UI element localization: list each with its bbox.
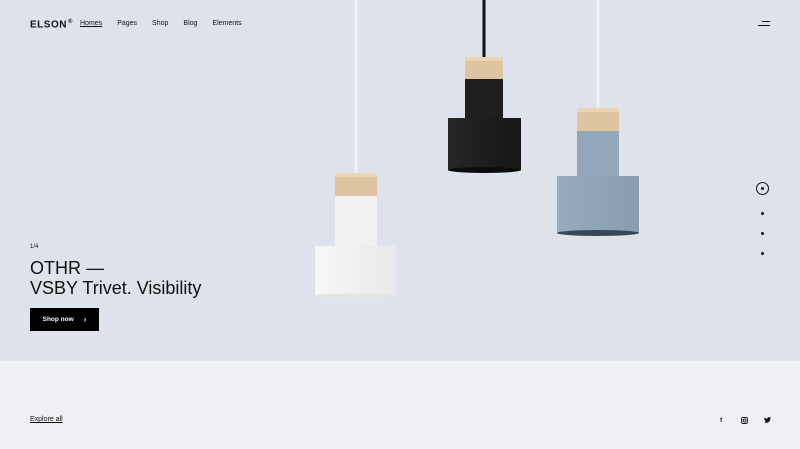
hero-slider: ELSON® Homes Pages Shop Blog Elements 1/… <box>0 0 800 361</box>
shop-now-button[interactable]: Shop now › <box>30 308 99 331</box>
shop-now-label: Shop now <box>42 316 74 323</box>
nav-item-pages[interactable]: Pages <box>117 20 137 27</box>
white-pendant-lamp <box>315 0 396 299</box>
black-pendant-lamp <box>448 0 521 173</box>
nav-item-blog[interactable]: Blog <box>183 20 197 27</box>
logo-text: ELSON <box>30 19 67 31</box>
slider-dot-3[interactable] <box>761 232 764 235</box>
slider-dot-2[interactable] <box>761 212 764 215</box>
nav-item-elements[interactable]: Elements <box>212 20 241 27</box>
site-logo[interactable]: ELSON® <box>30 19 73 30</box>
hamburger-line-bottom <box>758 25 770 26</box>
hero-title-line-1: OTHR — <box>30 258 104 278</box>
footer-bar <box>0 361 800 449</box>
hero-title: OTHR — VSBY Trivet. Visibility <box>30 258 201 298</box>
instagram-glyph <box>741 417 748 424</box>
instagram-icon[interactable] <box>741 417 748 426</box>
blue-pendant-lamp <box>557 0 639 236</box>
nav-item-shop[interactable]: Shop <box>152 20 168 27</box>
hamburger-icon[interactable] <box>758 20 770 27</box>
nav-item-homes[interactable]: Homes <box>80 20 102 27</box>
registered-mark: ® <box>67 19 73 25</box>
hamburger-line-top <box>762 21 770 22</box>
hero-title-line-2: VSBY Trivet. Visibility <box>30 278 202 298</box>
chevron-right-icon: › <box>83 315 87 324</box>
pendant-lamps-image <box>315 0 639 299</box>
explore-all-link[interactable]: Explore all <box>30 416 63 423</box>
slide-counter: 1/4 <box>30 244 39 250</box>
twitter-icon[interactable] <box>764 417 771 425</box>
twitter-glyph <box>764 417 771 423</box>
slider-dot-4[interactable] <box>761 252 764 255</box>
facebook-icon[interactable]: f <box>720 417 722 424</box>
slider-dot-1[interactable] <box>756 182 769 195</box>
main-nav: Homes Pages Shop Blog Elements <box>80 20 257 27</box>
